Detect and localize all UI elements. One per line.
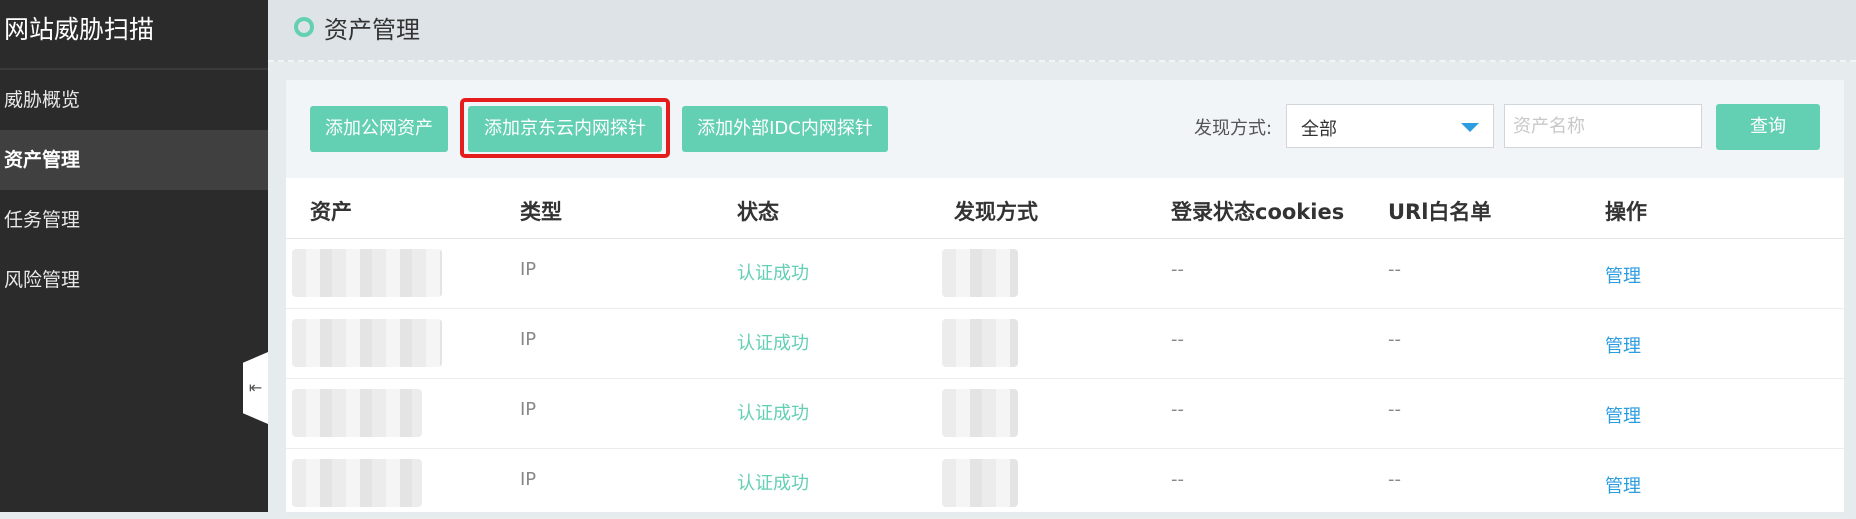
row-cookies: --: [1171, 469, 1184, 490]
sidebar-item-asset-management[interactable]: 资产管理: [0, 130, 268, 190]
add-jdcloud-probe-button[interactable]: 添加京东云内网探针: [468, 106, 662, 152]
sidebar-item-threat-overview[interactable]: 威胁概览: [0, 70, 268, 130]
table-header: 资产 类型 状态 发现方式 登录状态cookies URl白名单 操作: [286, 178, 1844, 239]
manage-link[interactable]: 管理: [1605, 472, 1641, 498]
column-header-cookies: 登录状态cookies: [1171, 200, 1345, 224]
table-row: IP 认证成功 -- -- 管理: [286, 239, 1844, 309]
column-header-whitelist: URl白名单: [1388, 200, 1492, 224]
sidebar-item-risk-management[interactable]: 风险管理: [0, 250, 268, 310]
redacted-discovery: [942, 249, 1018, 297]
redacted-discovery: [942, 459, 1018, 507]
redacted-discovery: [942, 319, 1018, 367]
table-row: IP 认证成功 -- -- 管理: [286, 449, 1844, 519]
row-whitelist: --: [1388, 399, 1401, 420]
row-status: 认证成功: [737, 333, 809, 354]
column-header-discovery: 发现方式: [954, 200, 1038, 224]
content-panel: 添加公网资产 添加京东云内网探针 添加外部IDC内网探针 发现方式: 全部 查询…: [286, 80, 1844, 519]
discovery-method-select[interactable]: 全部: [1286, 104, 1494, 148]
add-public-asset-button[interactable]: 添加公网资产: [310, 106, 448, 152]
row-cookies: --: [1171, 259, 1184, 280]
column-header-action: 操作: [1605, 200, 1647, 224]
app-title: 网站威胁扫描: [0, 0, 268, 70]
discovery-method-label: 发现方式:: [1194, 118, 1273, 139]
manage-link[interactable]: 管理: [1605, 332, 1641, 358]
caret-down-icon: [1461, 123, 1479, 132]
row-type: IP: [520, 399, 537, 420]
redacted-asset: [292, 319, 442, 367]
table-row: IP 认证成功 -- -- 管理: [286, 309, 1844, 379]
column-header-status: 状态: [737, 200, 779, 224]
row-status: 认证成功: [737, 473, 809, 494]
redacted-asset: [292, 389, 422, 437]
sidebar: 网站威胁扫描 威胁概览 资产管理 任务管理 风险管理: [0, 0, 268, 512]
manage-link[interactable]: 管理: [1605, 402, 1641, 428]
sidebar-collapse-icon[interactable]: ⇤: [243, 352, 268, 424]
row-whitelist: --: [1388, 329, 1401, 350]
add-idc-probe-button[interactable]: 添加外部IDC内网探针: [682, 106, 888, 152]
toolbar: 添加公网资产 添加京东云内网探针 添加外部IDC内网探针 发现方式: 全部 查询: [286, 80, 1844, 179]
row-type: IP: [520, 329, 537, 350]
row-status: 认证成功: [737, 263, 809, 284]
row-type: IP: [520, 469, 537, 490]
query-button[interactable]: 查询: [1716, 104, 1820, 150]
sidebar-item-task-management[interactable]: 任务管理: [0, 190, 268, 250]
manage-link[interactable]: 管理: [1605, 262, 1641, 288]
row-whitelist: --: [1388, 259, 1401, 280]
table-row: IP 认证成功 -- -- 管理: [286, 379, 1844, 449]
page-title: 资产管理: [324, 16, 420, 44]
column-header-asset: 资产: [310, 200, 352, 224]
column-header-type: 类型: [520, 200, 562, 224]
redacted-discovery: [942, 389, 1018, 437]
redacted-asset: [292, 459, 422, 507]
discovery-method-value: 全部: [1301, 119, 1337, 140]
row-whitelist: --: [1388, 469, 1401, 490]
row-cookies: --: [1171, 329, 1184, 350]
row-type: IP: [520, 259, 537, 280]
asset-name-input[interactable]: [1504, 104, 1702, 148]
circle-icon: [294, 17, 314, 37]
row-cookies: --: [1171, 399, 1184, 420]
redacted-asset: [292, 249, 442, 297]
page-header: 资产管理: [268, 0, 1856, 62]
row-status: 认证成功: [737, 403, 809, 424]
